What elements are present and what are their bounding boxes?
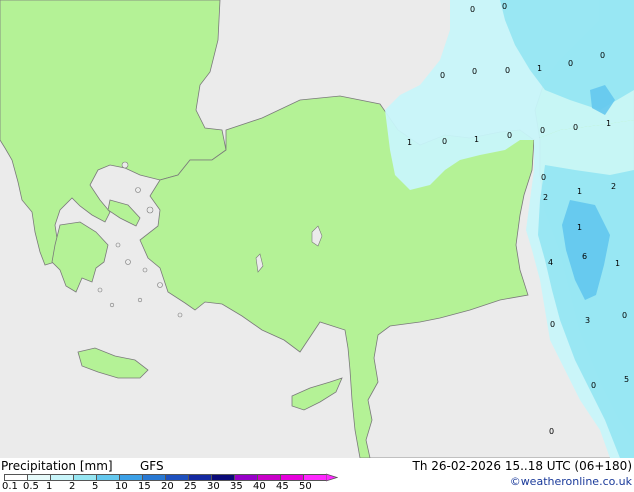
color-scale-label: 35	[230, 481, 243, 492]
value-label: 5	[624, 375, 629, 384]
color-scale-label: 15	[138, 481, 151, 492]
credit-link[interactable]: ©weatheronline.co.uk	[510, 475, 632, 488]
color-scale-label: 30	[207, 481, 220, 492]
color-scale-label: 1	[46, 481, 53, 492]
value-label: 1	[537, 64, 542, 73]
precipitation-map: 0 0 0 0 0 1 0 0 1 0 1 0 0 0 1 0 1 2 2 1 …	[0, 0, 634, 458]
value-label: 0	[440, 71, 445, 80]
color-scale-swatch	[211, 474, 234, 481]
color-scale-swatch	[280, 474, 303, 481]
value-label: 1	[606, 119, 611, 128]
color-scale-swatch	[303, 474, 326, 481]
color-scale-swatch	[234, 474, 257, 481]
value-label: 1	[577, 187, 582, 196]
color-scale-label: 20	[161, 481, 174, 492]
color-scale-arrow	[326, 473, 338, 482]
value-label: 0	[540, 126, 545, 135]
color-scale-swatch	[142, 474, 165, 481]
value-label: 2	[543, 193, 548, 202]
color-scale-swatch	[257, 474, 280, 481]
color-scale-swatch	[27, 474, 50, 481]
value-label: 2	[611, 182, 616, 191]
color-scale-label: 45	[276, 481, 289, 492]
value-label: 1	[407, 138, 412, 147]
value-label: 1	[615, 259, 620, 268]
value-label: 1	[474, 135, 479, 144]
color-scale-swatch	[188, 474, 211, 481]
color-scale-swatch	[73, 474, 96, 481]
value-label: 0	[573, 123, 578, 132]
value-label: 0	[622, 311, 627, 320]
value-label: 0	[541, 173, 546, 182]
value-label: 4	[548, 258, 553, 267]
value-label: 0	[550, 320, 555, 329]
color-scale-swatch	[96, 474, 119, 481]
value-label: 3	[585, 316, 590, 325]
value-label: 0	[472, 67, 477, 76]
value-label: 1	[577, 223, 582, 232]
color-scale-swatch	[119, 474, 142, 481]
color-scale-swatch	[50, 474, 73, 481]
footer-model: GFS	[140, 459, 164, 473]
value-label: 0	[507, 131, 512, 140]
color-scale-label: 50	[299, 481, 312, 492]
value-label: 0	[549, 427, 554, 436]
color-scale-label: 0.5	[23, 481, 39, 492]
color-scale-label: 5	[92, 481, 99, 492]
value-label: 0	[442, 137, 447, 146]
color-scale-label: 10	[115, 481, 128, 492]
value-label: 0	[568, 59, 573, 68]
value-label: 0	[502, 2, 507, 11]
color-scale-label: 40	[253, 481, 266, 492]
color-scale-label: 2	[69, 481, 76, 492]
value-label: 0	[470, 5, 475, 14]
color-scale-swatch	[165, 474, 188, 481]
footer-title: Precipitation [mm]	[1, 459, 113, 473]
color-scale-swatch	[4, 474, 27, 481]
map-footer: Precipitation [mm] GFS Th 26-02-2026 15.…	[0, 458, 634, 492]
value-label: 0	[600, 51, 605, 60]
value-label: 0	[505, 66, 510, 75]
footer-datetime: Th 26-02-2026 15..18 UTC (06+180)	[412, 459, 632, 473]
value-label: 6	[582, 252, 587, 261]
color-scale-label: 0.1	[2, 481, 18, 492]
color-scale-label: 25	[184, 481, 197, 492]
color-scale	[4, 473, 338, 482]
value-label: 0	[591, 381, 596, 390]
